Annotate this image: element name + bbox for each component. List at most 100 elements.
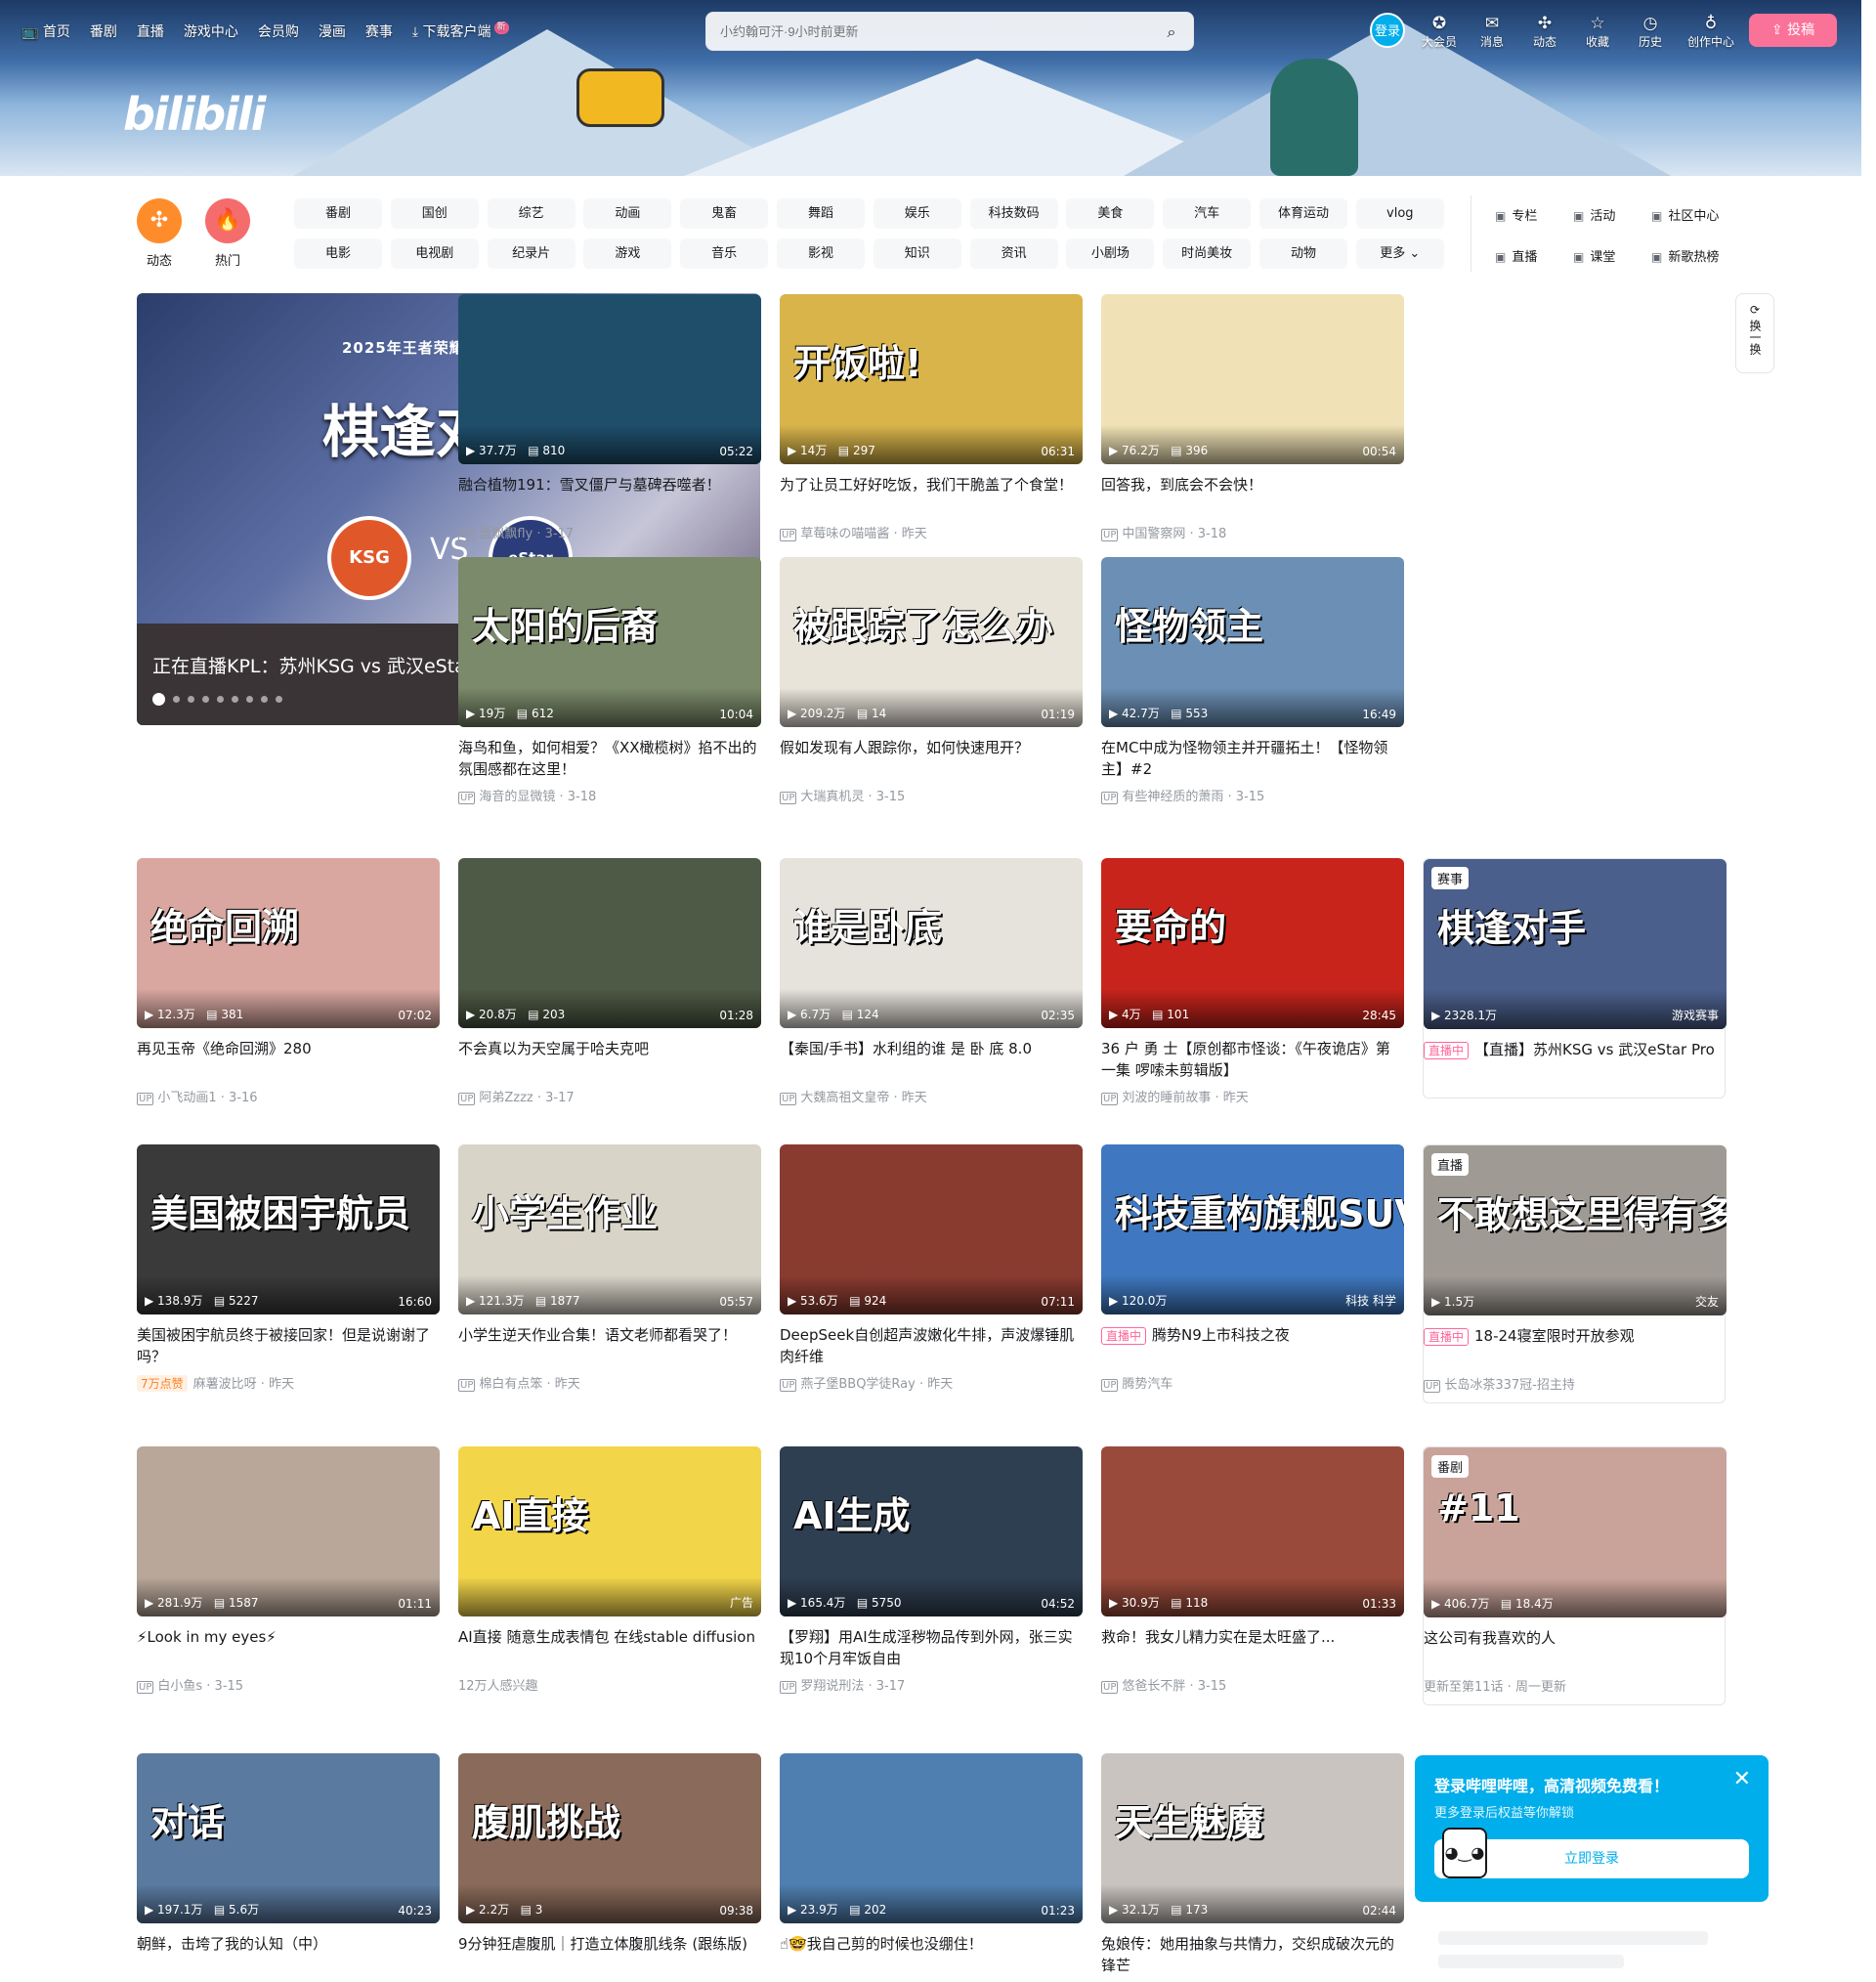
quick-link-2[interactable]: ▣ 社区中心 — [1651, 205, 1719, 224]
author-name[interactable]: 燕子堡BBQ学徒Ray — [800, 1377, 915, 1392]
video-thumbnail[interactable]: AI生成 ▶ 165.4万 ▤ 5750 04:52 — [780, 1446, 1083, 1616]
video-title[interactable]: ⚡Look in my eyes⚡ — [137, 1626, 440, 1669]
dynamic-channel-icon[interactable]: ✣ — [137, 198, 182, 243]
quick-link-1[interactable]: ▣ 活动 — [1573, 205, 1615, 224]
carousel-dot[interactable] — [173, 696, 180, 703]
video-thumbnail[interactable]: 要命的 ▶ 4万 ▤ 101 28:45 — [1101, 858, 1404, 1028]
video-card[interactable]: ▶ 30.9万 ▤ 118 01:33 救命！我女儿精力实在是太旺盛了... UP 悠爸… — [1101, 1446, 1404, 1694]
video-thumbnail[interactable]: 不敢想这里得有多香 直播 ▶ 1.5万 交友 — [1424, 1145, 1727, 1315]
video-title[interactable]: 兔娘传：她用抽象与共情力，交织成破次元的锋芒 — [1101, 1933, 1404, 1976]
upload-button[interactable]: ⇪ 投稿 — [1749, 14, 1837, 47]
video-title[interactable]: 救命！我女儿精力实在是太旺盛了... — [1101, 1626, 1404, 1669]
nav-home[interactable]: 📺 首页 — [21, 22, 70, 41]
video-card[interactable]: ▶ 20.8万 ▤ 203 01:28 不会真以为天空属于哈夫克吧 UP 阿弟Zzzz … — [458, 858, 761, 1105]
video-title[interactable]: 【罗翔】用AI生成淫秽物品传到外网，张三实现10个月牢饭自由 — [780, 1626, 1083, 1669]
video-title[interactable]: 这公司有我喜欢的人 — [1424, 1627, 1725, 1670]
channel-row2-4[interactable]: 音乐 — [680, 238, 769, 269]
login-avatar[interactable]: 登录 — [1370, 13, 1405, 48]
history-button[interactable]: ◷ 历史 — [1631, 14, 1670, 50]
video-card[interactable]: ▶ 76.2万 ▤ 396 00:54 回答我，到底会不会快！ UP 中国警察网 · 3… — [1101, 294, 1404, 541]
video-title[interactable]: 【秦国/手书】水利组的谁 是 卧 底 8.0 — [780, 1038, 1083, 1081]
quick-link-4[interactable]: ▣ 课堂 — [1573, 246, 1615, 265]
author-name[interactable]: 大瑞真机灵 — [800, 790, 864, 804]
channel-row2-10[interactable]: 动物 — [1259, 238, 1347, 269]
author-name[interactable]: 悠爸长不胖 — [1122, 1679, 1185, 1694]
video-title[interactable]: 回答我，到底会不会快！ — [1101, 474, 1404, 517]
dynamic-button[interactable]: ✣ 动态 — [1525, 14, 1564, 50]
video-card[interactable]: 不敢想这里得有多香 直播 ▶ 1.5万 交友直播中18-24寝室限时开放参观 UP长岛冰… — [1423, 1144, 1727, 1403]
author-name[interactable]: 阿弟Zzzz — [479, 1091, 533, 1105]
video-card[interactable]: AI直接 广告 AI直接 随意生成表情包 在线stable diffusion 12万… — [458, 1446, 761, 1694]
nav-bangumi[interactable]: 番剧 — [90, 22, 117, 41]
author-name[interactable]: 长岛冰茶337冠-招主持 — [1444, 1378, 1575, 1393]
author-name[interactable]: 麻薯波比呀 — [193, 1377, 257, 1392]
search-input[interactable] — [706, 13, 1136, 50]
channel-row1-10[interactable]: 体育运动 — [1259, 198, 1347, 229]
video-card[interactable]: 科技重构旗舰SUV ▶ 120.0万 科技 科学 直播中 腾势N9上市科技之夜 UP 腾势汽… — [1101, 1144, 1404, 1392]
author-name[interactable]: 白小鱼s — [157, 1679, 202, 1694]
carousel-dot[interactable] — [217, 696, 224, 703]
video-thumbnail[interactable]: 怪物领主 ▶ 42.7万 ▤ 553 16:49 — [1101, 557, 1404, 727]
channel-row1-7[interactable]: 科技数码 — [969, 198, 1058, 229]
creator-center-button[interactable]: ♁ 创作中心 — [1686, 14, 1735, 50]
video-card[interactable]: ▶ 281.9万 ▤ 1587 01:11 ⚡Look in my eyes⚡ UP 白… — [137, 1446, 440, 1694]
video-title[interactable]: 直播中 18-24寝室限时开放参观 — [1424, 1325, 1725, 1368]
video-thumbnail[interactable]: ▶ 23.9万 ▤ 202 01:23 — [780, 1753, 1083, 1923]
favorites-button[interactable]: ☆ 收藏 — [1578, 14, 1617, 50]
channel-row1-5[interactable]: 舞蹈 — [777, 198, 865, 229]
channel-more-button[interactable]: 更多 ⌄ — [1355, 238, 1444, 269]
bilibili-logo[interactable]: bilibili — [123, 88, 266, 141]
author-name[interactable]: 大魏高祖文皇帝 — [800, 1091, 889, 1105]
video-thumbnail[interactable]: ▶ 53.6万 ▤ 924 07:11 — [780, 1144, 1083, 1314]
video-thumbnail[interactable]: 小学生作业 ▶ 121.3万 ▤ 1877 05:57 — [458, 1144, 761, 1314]
nav-manga[interactable]: 漫画 — [319, 22, 346, 41]
channel-row1-1[interactable]: 国创 — [390, 198, 479, 229]
channel-row2-8[interactable]: 小剧场 — [1066, 238, 1155, 269]
video-title[interactable]: 直播中 腾势N9上市科技之夜 — [1101, 1324, 1404, 1367]
carousel-dot[interactable] — [232, 696, 238, 703]
video-card[interactable]: 腹肌挑战 ▶ 2.2万 ▤ 3 09:38 9分钟狂虐腹肌｜打造立体腹肌线条 (跟练版… — [458, 1753, 761, 1982]
video-title[interactable]: 9分钟狂虐腹肌｜打造立体腹肌线条 (跟练版) — [458, 1933, 761, 1976]
channel-row1-4[interactable]: 鬼畜 — [680, 198, 769, 229]
channel-row1-9[interactable]: 汽车 — [1163, 198, 1252, 229]
carousel-dot[interactable] — [276, 696, 282, 703]
quick-link-0[interactable]: ▣ 专栏 — [1495, 205, 1537, 224]
author-name[interactable]: 棉白有点笨 — [479, 1377, 542, 1392]
author-name[interactable]: 刘波的睡前故事 — [1122, 1091, 1211, 1105]
video-title[interactable]: 不会真以为天空属于哈夫克吧 — [458, 1038, 761, 1081]
video-card[interactable]: ▶ 53.6万 ▤ 924 07:11 DeepSeek自创超声波嫩化牛排，声波爆锤… — [780, 1144, 1083, 1392]
video-title[interactable]: 融合植物191：雪叉僵尸与墓碑吞噬者！ — [458, 474, 761, 517]
video-thumbnail[interactable]: 天生魅魔 ▶ 32.1万 ▤ 173 02:44 — [1101, 1753, 1404, 1923]
video-title[interactable]: 为了让员工好好吃饭，我们干脆盖了个食堂！ — [780, 474, 1083, 517]
video-thumbnail[interactable]: ▶ 37.7万 ▤ 810 05:22 — [458, 294, 761, 464]
video-thumbnail[interactable]: 开饭啦! ▶ 14万 ▤ 297 06:31 — [780, 294, 1083, 464]
channel-row1-2[interactable]: 综艺 — [487, 198, 576, 229]
video-thumbnail[interactable]: #11 番剧 ▶ 406.7万 ▤ 18.4万 — [1424, 1447, 1727, 1617]
video-thumbnail[interactable]: 绝命回溯 ▶ 12.3万 ▤ 381 07:02 — [137, 858, 440, 1028]
channel-row1-11[interactable]: vlog — [1355, 198, 1444, 229]
video-thumbnail[interactable]: 腹肌挑战 ▶ 2.2万 ▤ 3 09:38 — [458, 1753, 761, 1923]
video-card[interactable]: 太阳的后裔 ▶ 19万 ▤ 612 10:04 海鸟和鱼，如何相爱？《XX橄榄树》掐不… — [458, 557, 761, 804]
video-thumbnail[interactable]: ▶ 76.2万 ▤ 396 00:54 — [1101, 294, 1404, 464]
nav-match[interactable]: 赛事 — [365, 22, 393, 41]
video-card[interactable]: 怪物领主 ▶ 42.7万 ▤ 553 16:49 在MC中成为怪物领主并开疆拓土！【怪… — [1101, 557, 1404, 804]
video-card[interactable]: 开饭啦! ▶ 14万 ▤ 297 06:31 为了让员工好好吃饭，我们干脆盖了个食堂！… — [780, 294, 1083, 541]
channel-row1-3[interactable]: 动画 — [583, 198, 672, 229]
video-card[interactable]: 要命的 ▶ 4万 ▤ 101 28:45 36 户 勇 士【原创都市怪谈：《午夜诡店》… — [1101, 858, 1404, 1105]
nav-live[interactable]: 直播 — [137, 22, 164, 41]
video-card[interactable]: AI生成 ▶ 165.4万 ▤ 5750 04:52 【罗翔】用AI生成淫秽物品传到外… — [780, 1446, 1083, 1694]
video-thumbnail[interactable]: 谁是卧底 ▶ 6.7万 ▤ 124 02:35 — [780, 858, 1083, 1028]
video-title[interactable]: 直播中 【直播】苏州KSG vs 武汉eStar Pro — [1424, 1039, 1725, 1082]
video-card[interactable]: 谁是卧底 ▶ 6.7万 ▤ 124 02:35 【秦国/手书】水利组的谁 是 卧 底 … — [780, 858, 1083, 1105]
video-thumbnail[interactable]: 对话 ▶ 197.1万 ▤ 5.6万 40:23 — [137, 1753, 440, 1923]
close-icon[interactable]: ✕ — [1733, 1767, 1751, 1791]
carousel-dot[interactable] — [188, 696, 194, 703]
video-thumbnail[interactable]: 棋逢对手 赛事 ▶ 2328.1万 游戏赛事 — [1424, 859, 1727, 1029]
author-name[interactable]: 小飞动画1 — [157, 1091, 216, 1105]
video-card[interactable]: 天生魅魔 ▶ 32.1万 ▤ 173 02:44 兔娘传：她用抽象与共情力，交织成破次… — [1101, 1753, 1404, 1982]
video-title[interactable]: 小学生逆天作业合集！语文老师都看哭了！ — [458, 1324, 761, 1367]
video-thumbnail[interactable]: 被跟踪了怎么办 ▶ 209.2万 ▤ 14 01:19 — [780, 557, 1083, 727]
channel-row2-7[interactable]: 资讯 — [969, 238, 1058, 269]
author-name[interactable]: 腾势汽车 — [1122, 1377, 1172, 1392]
hot-channel-icon[interactable]: 🔥 — [205, 198, 250, 243]
